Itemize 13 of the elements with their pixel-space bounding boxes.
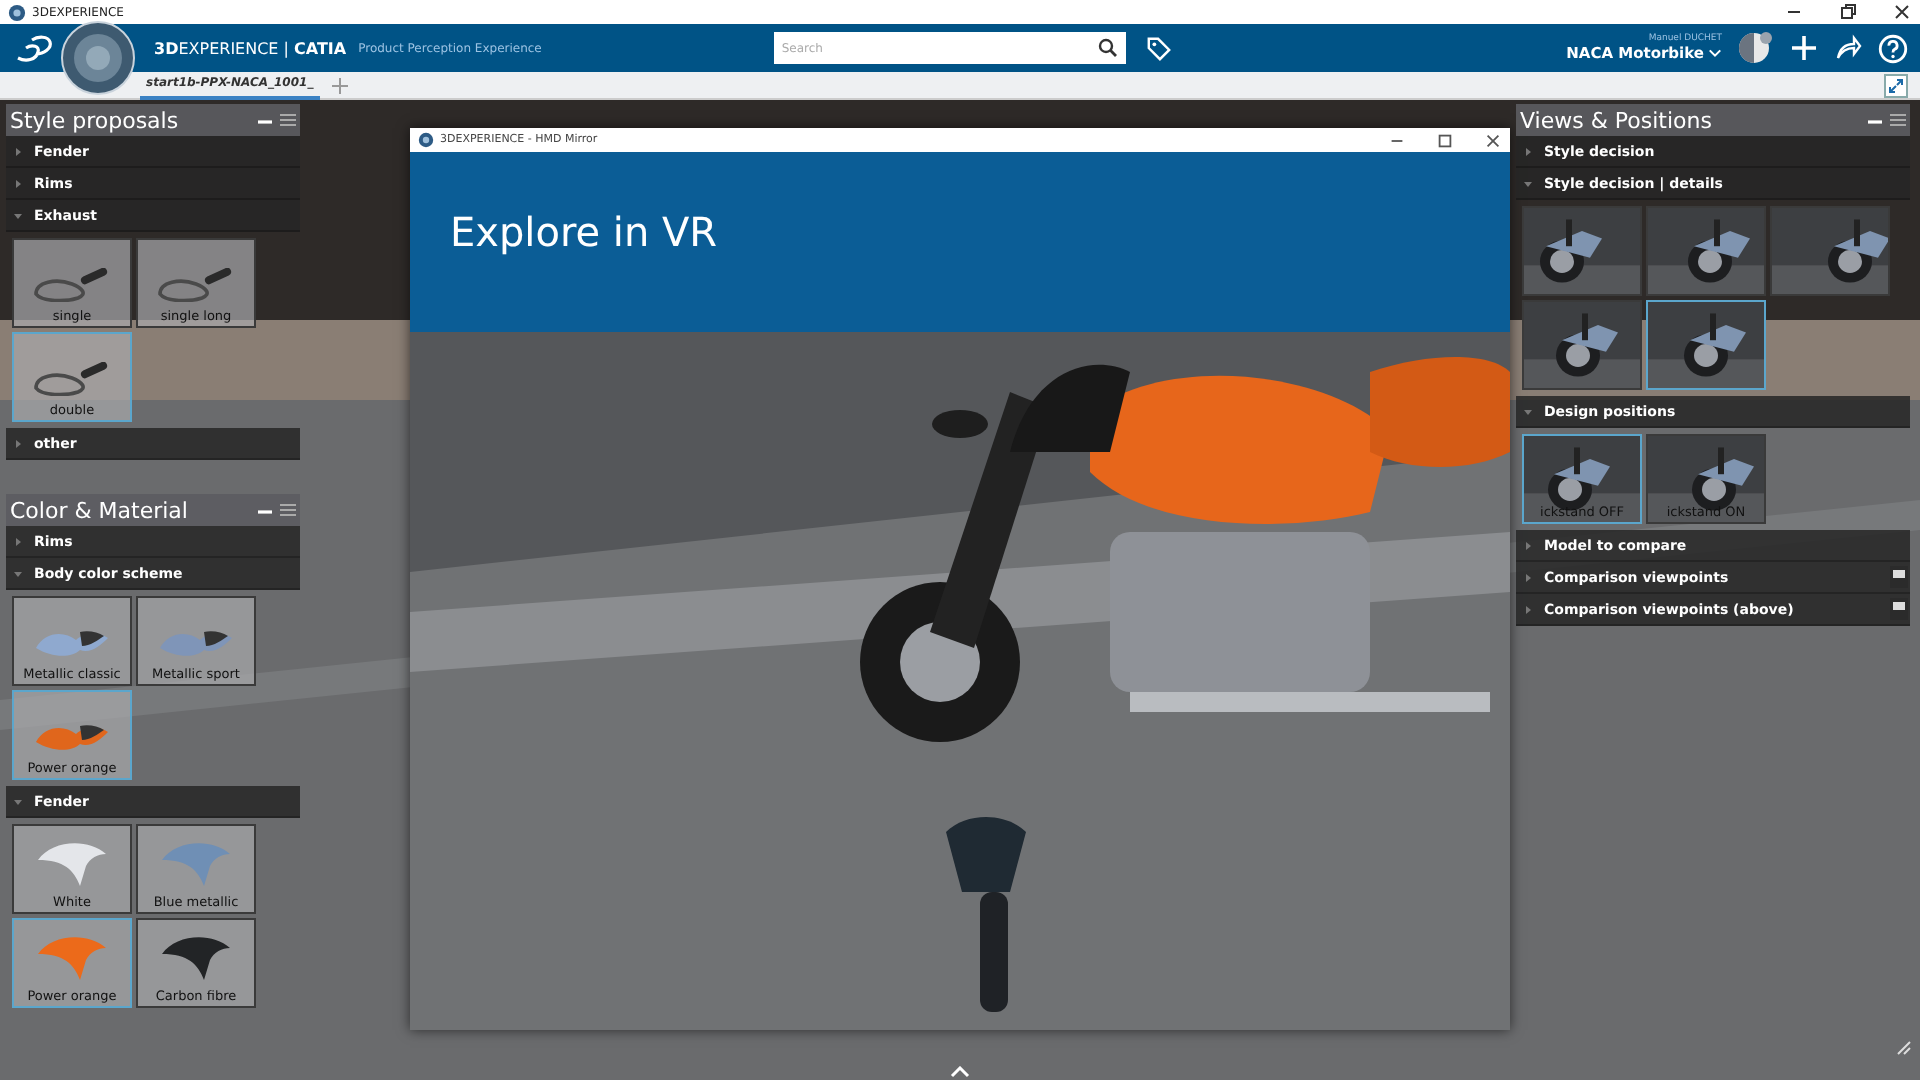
tag-icon[interactable] [1145, 35, 1172, 61]
chevron-down-icon [1708, 48, 1722, 58]
share-icon[interactable] [1834, 34, 1862, 62]
restore-icon[interactable] [1838, 2, 1858, 22]
plus-icon[interactable] [1790, 34, 1818, 62]
avatar-icon[interactable] [1738, 30, 1774, 66]
app-icon [8, 3, 26, 21]
close-icon[interactable] [1892, 2, 1912, 22]
logo-icon [14, 32, 54, 64]
help-icon[interactable] [1878, 33, 1908, 63]
collapse-icon[interactable] [1884, 73, 1908, 97]
app-brand: 3DEXPERIENCE | CATIA [154, 39, 347, 57]
search-icon[interactable] [1097, 38, 1118, 58]
